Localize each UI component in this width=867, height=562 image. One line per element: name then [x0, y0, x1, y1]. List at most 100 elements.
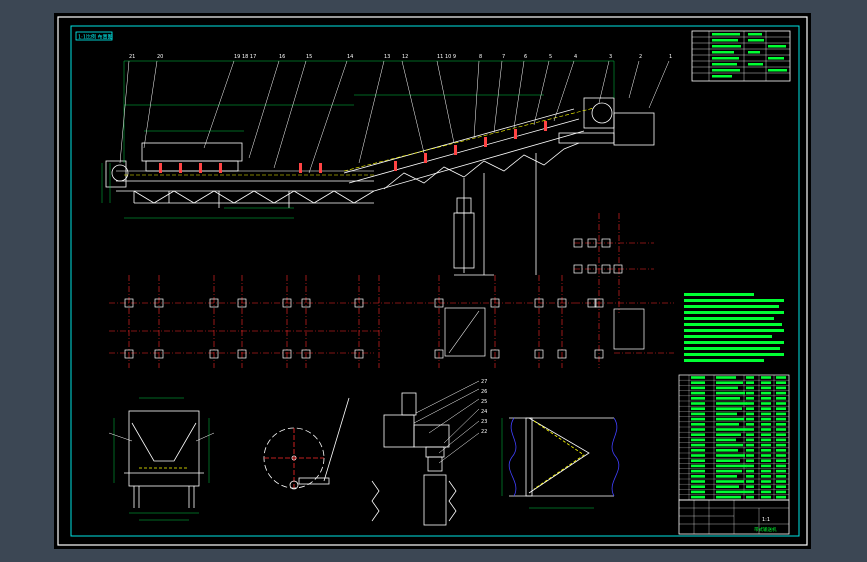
parts-cell-text [716, 449, 738, 452]
parts-cell-text [716, 464, 747, 468]
parts-cell-text [761, 423, 771, 426]
parts-cell-text [691, 469, 705, 473]
parts-cell-text [776, 443, 786, 447]
parts-cell-text [691, 449, 705, 452]
parts-cell-text [746, 376, 754, 379]
parts-cell-text [716, 386, 738, 390]
parts-cell-text [761, 412, 771, 416]
section-a-dims [113, 397, 210, 521]
revision-table [691, 30, 791, 82]
part-number-label: 2 [639, 54, 642, 60]
parts-cell-text [716, 376, 736, 379]
parts-cell-text [776, 495, 786, 499]
parts-cell-text [746, 397, 754, 400]
parts-cell-text [746, 381, 754, 384]
part-number-label: 12 [402, 54, 408, 60]
parts-cell-text [761, 443, 771, 447]
parts-cell-text [776, 480, 786, 483]
parts-cell-text [776, 428, 786, 431]
foundation-pads [124, 238, 645, 359]
parts-cell-text [761, 485, 771, 488]
parts-cell-text [716, 490, 746, 494]
cad-viewport[interactable]: 1:1比例 布置图 21 20 19 18 17 16 15 14 13 12 … [0, 0, 867, 562]
parts-cell-text [691, 428, 705, 431]
parts-cell-text [761, 480, 771, 483]
parts-cell-text [716, 438, 736, 442]
parts-cell-text [716, 485, 739, 488]
detail-truss [508, 417, 620, 497]
parts-cell-text [716, 391, 745, 395]
parts-cell-text [746, 464, 754, 468]
parts-cell-text [691, 438, 705, 442]
parts-cell-text [716, 454, 745, 457]
parts-cell-text [776, 475, 786, 478]
parts-cell-text [761, 438, 771, 442]
parts-cell-text [691, 397, 705, 400]
parts-cell-text [776, 423, 786, 426]
callout-label: 26 [481, 389, 487, 395]
part-number-label: 19 18 17 [234, 54, 256, 60]
parts-cell-text [716, 475, 737, 478]
parts-cell-text [776, 397, 786, 400]
parts-cell-text [746, 490, 754, 494]
callout-label: 22 [481, 429, 487, 435]
parts-cell-text [776, 407, 786, 410]
parts-cell-text [716, 443, 743, 447]
parts-cell-text [746, 485, 754, 488]
parts-cell-text [691, 480, 705, 483]
parts-cell-text [776, 433, 786, 436]
parts-cell-text [746, 402, 754, 405]
parts-cell-text [776, 490, 786, 494]
parts-cell-text [746, 423, 754, 426]
parts-cell-text [776, 402, 786, 405]
section-troughing-idler [124, 410, 204, 508]
parts-cell-text [776, 449, 786, 452]
parts-cell-text [691, 459, 705, 462]
parts-cell-text [691, 454, 705, 457]
idler-marks [159, 121, 547, 173]
parts-cell-text [691, 475, 705, 478]
parts-cell-text [691, 417, 705, 421]
parts-cell-text [761, 391, 771, 395]
drive-leaders [413, 380, 480, 464]
parts-cell-text [716, 433, 741, 436]
parts-cell-text [746, 386, 754, 390]
parts-cell-text [716, 459, 740, 462]
parts-cell-text [746, 391, 754, 395]
parts-cell-text [761, 464, 771, 468]
parts-cell-text [761, 459, 771, 462]
parts-cell-text [761, 397, 771, 400]
parts-cell-text [746, 459, 754, 462]
parts-cell-text [776, 386, 786, 390]
technical-notes [684, 293, 784, 362]
parts-cell-text [746, 449, 754, 452]
parts-cell-text [691, 391, 705, 395]
parts-cell-text [691, 433, 705, 436]
part-number-label: 15 [306, 54, 312, 60]
parts-cell-text [746, 443, 754, 447]
parts-cell-text [691, 490, 705, 494]
parts-cell-text [716, 469, 742, 473]
parts-cell-text [746, 475, 754, 478]
parts-cell-text [691, 402, 705, 405]
parts-cell-text [746, 469, 754, 473]
parts-cell-text [761, 433, 771, 436]
title-name: 带式输送机 [754, 526, 777, 533]
parts-cell-text [776, 417, 786, 421]
parts-cell-text [776, 391, 786, 395]
parts-cell-text [716, 480, 744, 483]
parts-cell-text [716, 495, 741, 499]
parts-cell-text [746, 438, 754, 442]
drawing-canvas: 1:1比例 布置图 21 20 19 18 17 16 15 14 13 12 … [57, 16, 808, 546]
parts-cell-text [776, 381, 786, 384]
part-number-label: 4 [574, 54, 577, 60]
parts-cell-text [746, 495, 754, 499]
parts-cell-text [716, 397, 740, 400]
parts-cell-text [761, 454, 771, 457]
part-number-label: 16 [279, 54, 285, 60]
conveyor-elevation [105, 97, 655, 276]
parts-cell-text [746, 407, 754, 410]
part-number-label: 8 [479, 54, 482, 60]
parts-cell-text [691, 412, 705, 416]
callout-label: 23 [481, 419, 487, 425]
